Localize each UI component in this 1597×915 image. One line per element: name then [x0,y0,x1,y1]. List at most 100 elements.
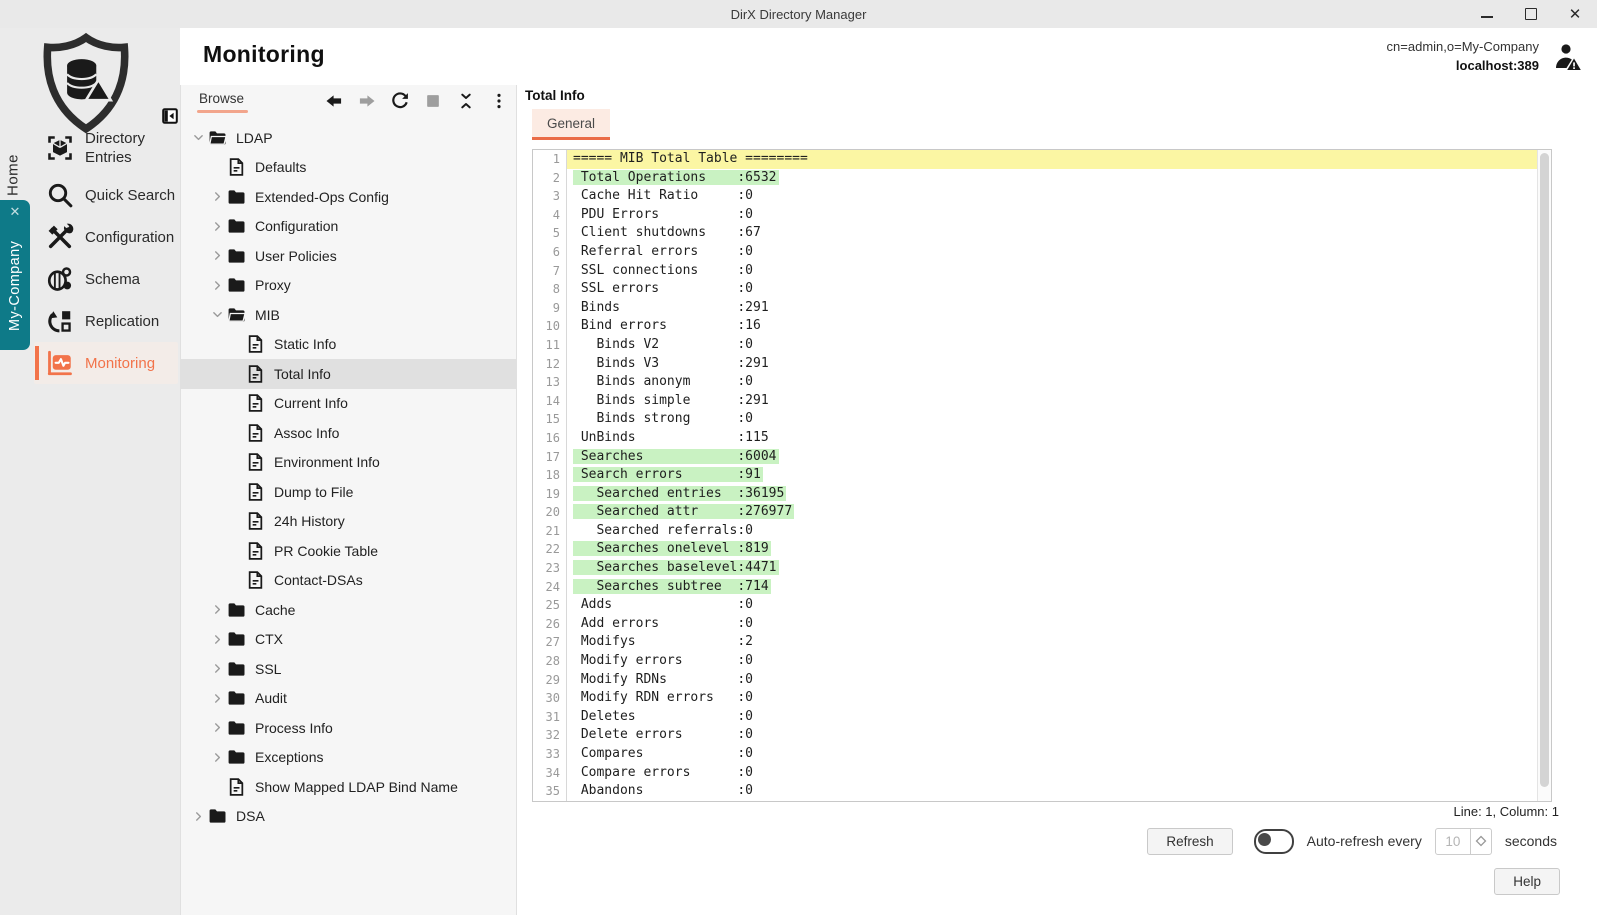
line-text: Add errors :0 [573,615,754,631]
tree-item-show-mapped-ldap-bind-name[interactable]: Show Mapped LDAP Bind Name [181,772,517,802]
help-button[interactable]: Help [1494,868,1560,895]
tree-item-current-info[interactable]: Current Info [181,389,517,419]
line-text: Searches :6004 [573,448,779,464]
file-icon [245,511,266,531]
back-icon[interactable] [324,91,344,111]
chevron-right-icon[interactable] [208,749,226,765]
chevron-right-icon[interactable] [208,661,226,677]
ldap-tree: LDAP Defaults Extended-Ops Config Configura… [181,123,517,915]
line-number: 25 [533,596,567,615]
tree-item-mib[interactable]: MIB [181,300,517,330]
interval-input[interactable] [1435,828,1470,854]
tree-item-process-info[interactable]: Process Info [181,713,517,743]
tree-item-proxy[interactable]: Proxy [181,271,517,301]
chevron-right-icon[interactable] [208,248,226,264]
code-line: 34 Compare errors :0 [533,763,1538,783]
sidebar-item-directory-entries[interactable]: Directory Entries [34,122,178,174]
tree-item-user-policies[interactable]: User Policies [181,241,517,271]
maximize-icon[interactable] [1523,6,1539,22]
close-icon[interactable]: ✕ [1567,6,1583,22]
sidebar-item-quick-search[interactable]: Quick Search [34,174,178,216]
tree-item-label: SSL [255,660,282,677]
tab-browse[interactable]: Browse [196,91,249,113]
scrollbar-thumb[interactable] [1540,153,1549,787]
user-warning-icon[interactable] [1549,41,1583,73]
tree-item-dump-to-file[interactable]: Dump to File [181,477,517,507]
monitoring-icon [46,349,74,377]
minimize-icon[interactable] [1479,6,1495,22]
icon-sidebar: Home ✕ My-Company Directory Entries Quick… [0,28,180,915]
folder-icon [226,275,247,295]
file-icon [245,541,266,561]
tab-general[interactable]: General [532,109,611,140]
code-line: 31 Deletes :0 [533,707,1538,727]
sidebar-item-monitoring[interactable]: Monitoring [34,342,178,384]
chevron-down-icon[interactable] [189,130,207,146]
chevron-right-icon[interactable] [208,631,226,647]
tree-item-ldap[interactable]: LDAP [181,123,517,153]
chevron-right-icon[interactable] [208,690,226,706]
company-tab[interactable]: ✕ My-Company [0,200,30,350]
line-text: Binds anonym :0 [573,374,754,390]
forward-icon[interactable] [357,91,377,111]
tree-item-cache[interactable]: Cache [181,595,517,625]
auto-refresh-label: Auto-refresh every [1306,833,1422,849]
chevron-right-icon[interactable] [208,218,226,234]
line-number: 28 [533,652,567,671]
sidebar-item-replication[interactable]: Replication [34,300,178,342]
editor-lines: 1 ===== MIB Total Table ======== 2 Total O… [533,150,1538,801]
chevron-right-icon[interactable] [189,808,207,824]
menu-icon[interactable] [489,91,509,111]
line-text: SSL errors :0 [573,281,754,297]
chevron-right-icon[interactable] [208,602,226,618]
tree-item-contact-dsas[interactable]: Contact-DSAs [181,566,517,596]
tree-item-audit[interactable]: Audit [181,684,517,714]
chevron-down-icon[interactable] [208,307,226,323]
chevron-right-icon[interactable] [208,189,226,205]
tree-item-label: Contact-DSAs [274,572,363,589]
code-line: 12 Binds V3 :291 [533,354,1538,374]
folder-icon [226,659,247,679]
tree-item-24h-history[interactable]: 24h History [181,507,517,537]
line-number: 32 [533,726,567,745]
tree-item-label: MIB [255,306,280,323]
editor-scrollbar[interactable] [1537,150,1551,801]
refresh-button[interactable]: Refresh [1147,827,1233,855]
stop-icon[interactable] [423,91,443,111]
company-tab-close-icon[interactable]: ✕ [10,205,21,218]
tree-item-pr-cookie-table[interactable]: PR Cookie Table [181,536,517,566]
sidebar-nav: Directory Entries Quick Search Configurati… [34,122,178,384]
line-text: PDU Errors :0 [573,206,754,222]
collapse-all-icon[interactable] [456,91,476,111]
tree-item-assoc-info[interactable]: Assoc Info [181,418,517,448]
line-number: 16 [533,428,567,448]
stepper-icon[interactable] [1469,828,1491,854]
sidebar-item-configuration[interactable]: Configuration [34,216,178,258]
chevron-right-icon[interactable] [208,720,226,736]
tree-item-total-info[interactable]: Total Info [181,359,517,389]
line-number: 29 [533,670,567,690]
line-number: 2 [533,168,567,188]
tree-item-defaults[interactable]: Defaults [181,153,517,183]
line-number: 3 [533,187,567,206]
line-text: UnBinds :115 [573,429,769,445]
tree-item-ctx[interactable]: CTX [181,625,517,655]
tree-item-label: Assoc Info [274,424,340,441]
refresh-icon[interactable] [390,91,410,111]
chevron-right-icon[interactable] [208,277,226,293]
line-text: Binds strong :0 [573,411,754,427]
tree-item-configuration[interactable]: Configuration [181,212,517,242]
schema-icon [46,265,74,293]
sidebar-item-schema[interactable]: Schema [34,258,178,300]
tree-item-environment-info[interactable]: Environment Info [181,448,517,478]
mib-text-viewer[interactable]: 1 ===== MIB Total Table ======== 2 Total O… [532,149,1552,802]
tree-item-static-info[interactable]: Static Info [181,330,517,360]
tree-item-exceptions[interactable]: Exceptions [181,743,517,773]
tree-item-dsa[interactable]: DSA [181,802,517,832]
auto-refresh-toggle[interactable] [1253,828,1294,854]
tree-item-extended-ops-config[interactable]: Extended-Ops Config [181,182,517,212]
tree-item-ssl[interactable]: SSL [181,654,517,684]
page-title: Monitoring [203,41,325,67]
